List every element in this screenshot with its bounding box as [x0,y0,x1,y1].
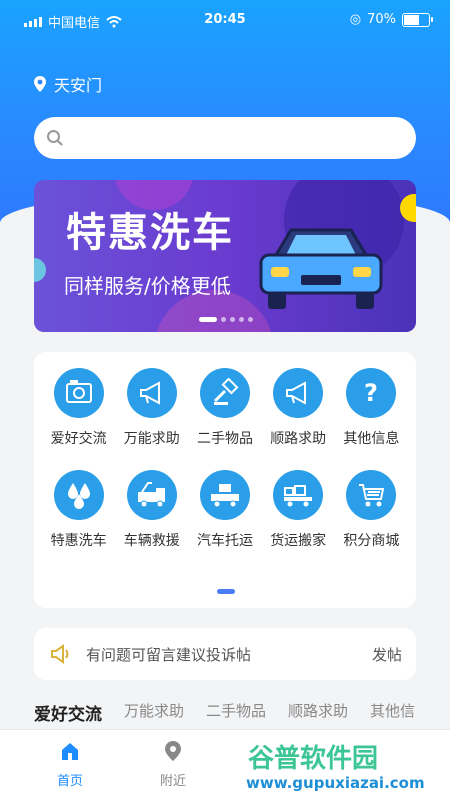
category-label: 爱好交流 [50,431,107,447]
post-button[interactable]: 发帖 [372,644,402,665]
battery-text: 70% [367,12,396,27]
camera-icon [53,368,104,418]
category-item[interactable]: 顺路求助 [262,368,335,448]
hammer-icon [199,368,250,418]
location-icon [165,741,181,761]
car-icon [259,228,383,309]
category-grid: 爱好交流 万能求助 二手物品 顺路求助? 其他信息 特惠洗车 车辆救援 汽车托运 货运搬家 积分商… [42,368,408,550]
category-panel: 爱好交流 万能求助 二手物品 顺路求助? 其他信息 特惠洗车 车辆救援 汽车托运 货运搬家 积分商… [34,352,416,608]
category-label: 其他信息 [343,431,400,447]
category-item[interactable]: ? 其他信息 [335,368,408,448]
category-label: 车辆救援 [123,533,180,549]
category-item[interactable]: 万能求助 [115,368,188,448]
category-label: 万能求助 [123,431,180,447]
location-label: 天安门 [54,76,103,95]
category-item[interactable]: 特惠洗车 [42,470,115,550]
category-item[interactable]: 二手物品 [188,368,261,448]
drops-icon [53,470,104,520]
megaphone-icon [273,368,324,418]
category-label: 特惠洗车 [50,533,107,549]
speaker-icon [51,644,69,664]
search-icon [47,130,63,146]
category-label: 顺路求助 [270,431,327,447]
cart-icon [346,470,397,520]
category-item[interactable]: 车辆救援 [115,470,188,550]
category-label: 二手物品 [196,431,253,447]
category-item[interactable]: 货运搬家 [262,470,335,550]
category-tabs: 爱好交流 万能求助 二手物品 顺路求助 其他信 [34,700,415,725]
orientation-lock-icon: ◎ [349,12,362,27]
banner-pager [199,317,253,322]
home-icon [62,743,78,760]
truck-icon [199,470,250,520]
category-item[interactable]: 爱好交流 [42,368,115,448]
svg-text:?: ? [364,379,378,407]
watermark-url: www.gupuxiazai.com [246,774,425,792]
status-bar: 中国电信 20:45 ◎ 70% [0,0,450,40]
tabbar-home-label: 首页 [56,774,83,789]
search-input[interactable] [34,117,416,159]
tab-help[interactable]: 万能求助 [124,700,184,725]
tab-secondhand[interactable]: 二手物品 [206,700,266,725]
megaphone-icon [126,368,177,418]
notice-bar[interactable]: 有问题可留言建议投诉帖 发帖 [34,628,416,680]
tabbar-nearby[interactable]: 附近 [143,740,203,789]
promo-banner[interactable]: 特惠洗车 同样服务/价格更低 [34,180,416,332]
tab-rideshare[interactable]: 顺路求助 [288,700,348,725]
battery-icon [402,12,433,27]
tabbar-home[interactable]: 首页 [40,740,100,789]
question-icon: ? [346,368,397,418]
tab-other[interactable]: 其他信 [370,700,415,725]
tab-hobby[interactable]: 爱好交流 [34,700,102,725]
cargo-icon [273,470,324,520]
banner-subtitle: 同样服务/价格更低 [64,274,231,298]
category-pager [217,589,235,594]
notice-text: 有问题可留言建议投诉帖 [86,646,252,664]
banner-title: 特惠洗车 [66,210,234,256]
category-item[interactable]: 汽车托运 [188,470,261,550]
location-selector[interactable]: 天安门 [34,72,102,96]
category-label: 汽车托运 [196,533,253,549]
category-label: 货运搬家 [270,533,327,549]
watermark-logo: 谷普软件园 [248,744,379,774]
tow-truck-icon [126,470,177,520]
category-item[interactable]: 积分商城 [335,470,408,550]
tabbar-nearby-label: 附近 [159,774,186,789]
location-pin-icon [34,76,46,92]
category-label: 积分商城 [343,533,400,549]
